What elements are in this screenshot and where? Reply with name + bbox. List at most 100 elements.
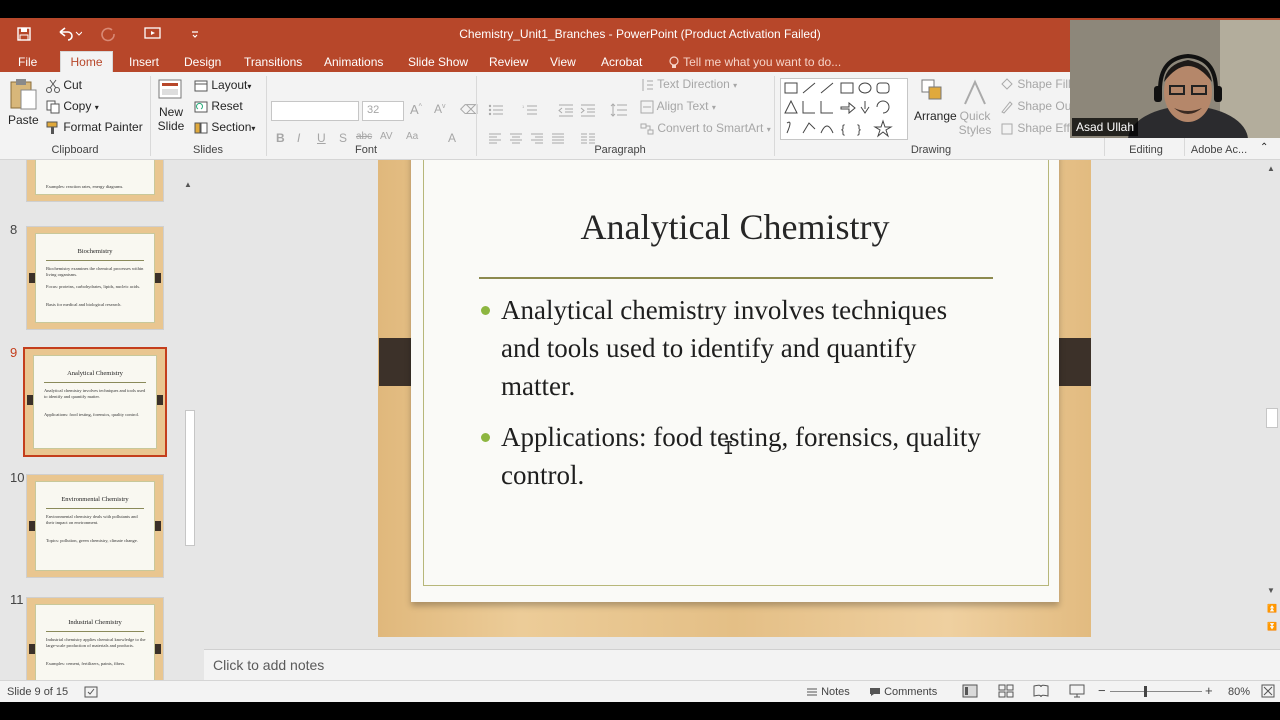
tab-design[interactable]: Design: [178, 53, 227, 72]
reading-view-icon[interactable]: [1033, 684, 1049, 698]
slide-thumbnail-10[interactable]: Environmental Chemistry Environmental ch…: [26, 474, 164, 578]
status-bar: Slide 9 of 15 Notes Comments − + 80%: [0, 680, 1280, 702]
convert-smartart-button[interactable]: Convert to SmartArt ▾: [640, 121, 771, 136]
section-button[interactable]: Section▾: [194, 120, 255, 134]
shape-effects-button[interactable]: Shape Effe: [1000, 121, 1077, 136]
next-slide-icon[interactable]: ⏬: [1267, 622, 1277, 631]
save-icon[interactable]: [16, 18, 32, 50]
justify-icon[interactable]: [551, 131, 565, 145]
adobe-group-label[interactable]: Adobe Ac...: [1188, 144, 1250, 156]
thumbnail-scrollbar[interactable]: ▲ ▼: [184, 180, 196, 680]
decrease-indent-icon[interactable]: [558, 102, 574, 117]
layout-button[interactable]: Layout▾: [194, 78, 251, 92]
slide-bullet-2[interactable]: Applications: food testing, forensics, q…: [481, 418, 981, 494]
align-right-icon[interactable]: [530, 131, 544, 145]
previous-slide-icon[interactable]: ⏫: [1267, 604, 1277, 613]
underline-icon[interactable]: U: [317, 131, 326, 145]
slide-sorter-icon[interactable]: [998, 684, 1014, 698]
slide-thumbnail-9[interactable]: Analytical Chemistry Analytical chemistr…: [23, 347, 167, 457]
font-size-combo[interactable]: 32: [362, 101, 404, 121]
tab-slide-show[interactable]: Slide Show: [402, 53, 474, 72]
undo-icon[interactable]: [56, 18, 82, 50]
tab-transitions[interactable]: Transitions: [238, 53, 308, 72]
increase-font-icon[interactable]: A^: [410, 102, 422, 117]
shape-fill-button[interactable]: Shape Fill: [1000, 77, 1071, 92]
tab-view[interactable]: View: [544, 53, 582, 72]
bullets-icon[interactable]: [488, 102, 504, 117]
paste-button[interactable]: Paste: [8, 78, 39, 127]
layout-icon: [194, 80, 208, 92]
editing-group-label[interactable]: Editing: [1110, 144, 1182, 156]
shape-outline-button[interactable]: Shape Outl: [1000, 99, 1077, 114]
thumb-bullet: Environmental chemistry deals with pollu…: [46, 514, 138, 525]
tab-home[interactable]: Home: [60, 51, 113, 72]
redo-icon[interactable]: [100, 18, 116, 50]
align-center-icon[interactable]: [509, 131, 523, 145]
tell-me-box[interactable]: Tell me what you want to do...: [668, 53, 841, 71]
decrease-font-icon[interactable]: Av: [434, 102, 446, 116]
reset-button[interactable]: Reset: [194, 99, 243, 113]
increase-indent-icon[interactable]: [580, 102, 596, 117]
change-case-icon[interactable]: Aa: [406, 131, 418, 142]
scroll-up-icon[interactable]: ▲: [1267, 164, 1275, 173]
tab-file[interactable]: File: [12, 53, 43, 72]
slide-thumbnail-7[interactable]: Examples: reaction rates, energy diagram…: [26, 160, 164, 202]
text-direction-button[interactable]: Text Direction ▾: [640, 77, 737, 92]
character-spacing-icon[interactable]: AV: [380, 131, 393, 142]
scrollbar-thumb[interactable]: [185, 410, 195, 546]
slide-editor[interactable]: Analytical Chemistry Analytical chemistr…: [204, 160, 1264, 649]
reset-icon: [194, 101, 208, 113]
italic-icon[interactable]: I: [297, 131, 300, 145]
quick-styles-button[interactable]: Quick Styles: [956, 78, 994, 137]
zoom-in-icon[interactable]: +: [1205, 683, 1213, 698]
slide-title[interactable]: Analytical Chemistry: [411, 206, 1059, 248]
notes-pane[interactable]: Click to add notes: [204, 649, 1280, 680]
text-direction-label: Text Direction: [657, 77, 730, 91]
new-slide-button[interactable]: New Slide: [156, 78, 186, 133]
normal-view-icon[interactable]: [962, 684, 978, 698]
thumb-title: Analytical Chemistry: [67, 370, 123, 377]
scrollbar-thumb[interactable]: [1266, 408, 1278, 428]
font-color-icon[interactable]: A: [448, 131, 456, 145]
notes-button[interactable]: Notes: [806, 686, 850, 698]
scroll-up-icon[interactable]: ▲: [184, 180, 192, 189]
strikethrough-icon[interactable]: abc: [356, 131, 372, 142]
shadow-icon[interactable]: S: [339, 131, 347, 145]
copy-button[interactable]: Copy ▾: [46, 99, 99, 114]
notes-placeholder[interactable]: Click to add notes: [213, 657, 324, 673]
new-slide-label-1: New: [158, 105, 183, 119]
line-spacing-icon[interactable]: [610, 102, 628, 117]
spellcheck-icon[interactable]: [84, 686, 98, 698]
tab-insert[interactable]: Insert: [123, 53, 165, 72]
align-text-button[interactable]: Align Text ▾: [640, 99, 716, 114]
scroll-down-icon[interactable]: ▼: [1267, 586, 1275, 595]
customize-qat-icon[interactable]: [190, 18, 200, 50]
fit-to-window-icon[interactable]: [1261, 684, 1275, 698]
comments-button[interactable]: Comments: [869, 686, 937, 698]
tab-review[interactable]: Review: [483, 53, 534, 72]
numbering-icon[interactable]: 1: [522, 102, 538, 117]
bold-icon[interactable]: B: [276, 131, 285, 145]
tab-acrobat[interactable]: Acrobat: [595, 53, 648, 72]
align-left-icon[interactable]: [488, 131, 502, 145]
align-text-icon: [640, 100, 654, 114]
arrange-button[interactable]: Arrange: [914, 78, 957, 123]
zoom-slider[interactable]: [1110, 691, 1202, 692]
slide-thumbnail-11[interactable]: Industrial Chemistry Industrial chemistr…: [26, 597, 164, 680]
tab-animations[interactable]: Animations: [318, 53, 389, 72]
font-name-combo[interactable]: [271, 101, 359, 121]
slideshow-view-icon[interactable]: [1069, 684, 1085, 698]
slide-thumbnail-8[interactable]: Biochemistry Biochemistry examines the c…: [26, 226, 164, 330]
slide-bullet-1[interactable]: Analytical chemistry involves techniques…: [481, 291, 981, 405]
start-from-beginning-icon[interactable]: [144, 18, 162, 50]
format-painter-button[interactable]: Format Painter: [46, 120, 143, 135]
cut-button[interactable]: Cut: [46, 78, 82, 93]
shapes-gallery[interactable]: {}: [780, 78, 908, 140]
columns-icon[interactable]: [580, 131, 596, 145]
current-slide[interactable]: Analytical Chemistry Analytical chemistr…: [378, 160, 1091, 637]
editor-scrollbar[interactable]: ▲ ▼ ⏫ ⏬: [1264, 160, 1280, 649]
zoom-level[interactable]: 80%: [1228, 686, 1250, 698]
zoom-slider-thumb[interactable]: [1144, 686, 1147, 697]
zoom-out-icon[interactable]: −: [1098, 683, 1106, 698]
collapse-ribbon-icon[interactable]: ⌃: [1260, 142, 1268, 153]
